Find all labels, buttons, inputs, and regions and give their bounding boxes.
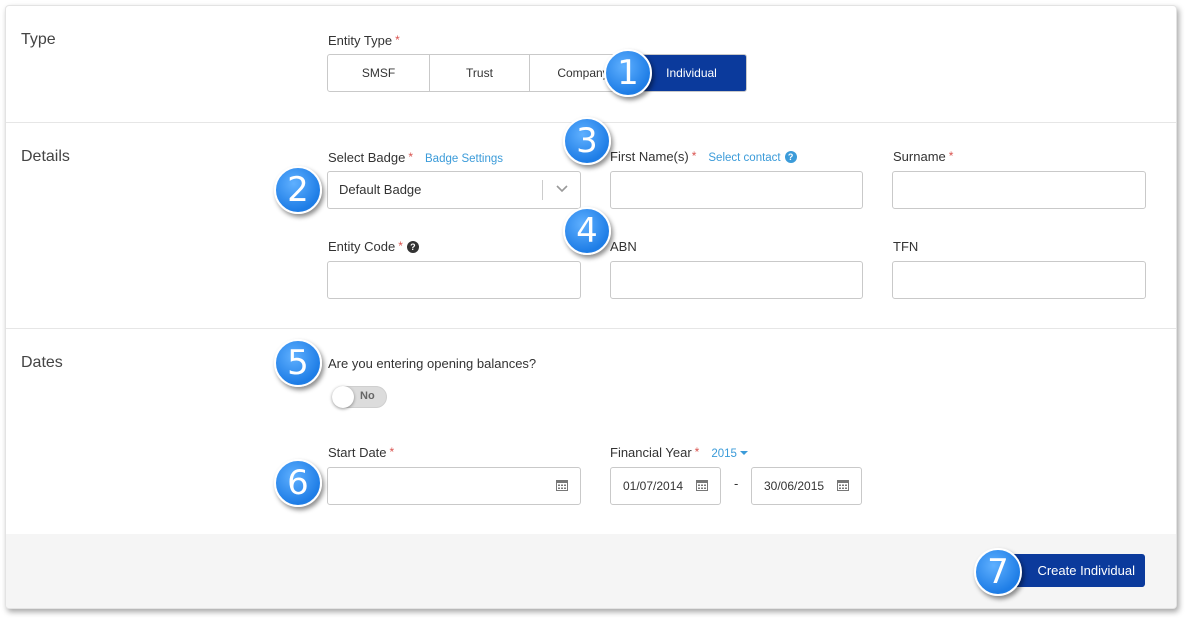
calendar-icon[interactable] [556, 479, 568, 491]
entity-type-trust[interactable]: Trust [430, 55, 530, 91]
marker-5: 5 [274, 339, 322, 387]
surname-input[interactable] [892, 171, 1146, 209]
calendar-icon[interactable] [696, 479, 708, 491]
tfn-input[interactable] [892, 261, 1146, 299]
select-contact-link[interactable]: Select contact [708, 152, 780, 164]
entity-form-panel: Type Entity Type * SMSF Trust Company Ind… [5, 5, 1177, 609]
entity-type-smsf[interactable]: SMSF [328, 55, 430, 91]
fy-start-input[interactable]: 01/07/2014 [610, 467, 721, 505]
badge-select-value: Default Badge [339, 182, 422, 197]
start-date-input[interactable] [327, 467, 581, 505]
marker-3: 3 [563, 117, 611, 165]
calendar-icon[interactable] [837, 479, 849, 491]
type-section: Type Entity Type * SMSF Trust Company Ind… [6, 6, 1176, 123]
opening-balances-question: Are you entering opening balances? [328, 356, 537, 371]
help-icon[interactable]: ? [406, 241, 419, 253]
date-range-separator: - [734, 476, 739, 491]
toggle-label: No [360, 390, 375, 402]
badge-select[interactable]: Default Badge [327, 171, 581, 209]
select-separator [542, 180, 543, 200]
start-date-label: Start Date * [328, 445, 395, 460]
entity-code-input[interactable] [327, 261, 581, 299]
fy-end-value: 30/06/2015 [764, 479, 825, 493]
abn-input[interactable] [610, 261, 863, 299]
type-section-title: Type [21, 31, 56, 48]
fy-start-value: 01/07/2014 [623, 479, 684, 493]
financial-year-dropdown[interactable]: 2015 [711, 448, 748, 460]
dates-section: Dates Are you entering opening balances? [6, 328, 1176, 534]
marker-4: 4 [563, 207, 611, 255]
marker-7: 7 [974, 548, 1022, 596]
help-icon[interactable]: ? [784, 151, 797, 163]
dates-section-title: Dates [21, 354, 63, 371]
toggle-knob [332, 386, 354, 408]
caret-down-icon [739, 451, 748, 455]
chevron-down-icon [556, 185, 568, 193]
badge-settings-link[interactable]: Badge Settings [425, 153, 503, 165]
marker-2: 2 [274, 166, 322, 214]
financial-year-label: Financial Year * 2015 [610, 445, 748, 460]
first-names-label: First Name(s) * Select contact? [610, 149, 797, 164]
surname-label: Surname * [893, 149, 954, 164]
select-badge-label: Select Badge * Badge Settings [328, 150, 504, 165]
marker-6: 6 [274, 459, 322, 507]
details-section-title: Details [21, 148, 70, 165]
entity-type-label: Entity Type * [328, 33, 400, 48]
opening-balances-toggle[interactable]: No [332, 386, 387, 408]
entity-type-individual[interactable]: Individual [637, 55, 746, 91]
entity-code-label: Entity Code *? [328, 239, 419, 254]
create-individual-button[interactable]: Create Individual [1009, 554, 1145, 587]
tfn-label: TFN [893, 239, 919, 254]
entity-type-selector: SMSF Trust Company Individual [327, 54, 747, 92]
abn-label: ABN [610, 239, 637, 254]
first-names-input[interactable] [610, 171, 863, 209]
fy-end-input[interactable]: 30/06/2015 [751, 467, 862, 505]
marker-1: 1 [604, 49, 652, 97]
